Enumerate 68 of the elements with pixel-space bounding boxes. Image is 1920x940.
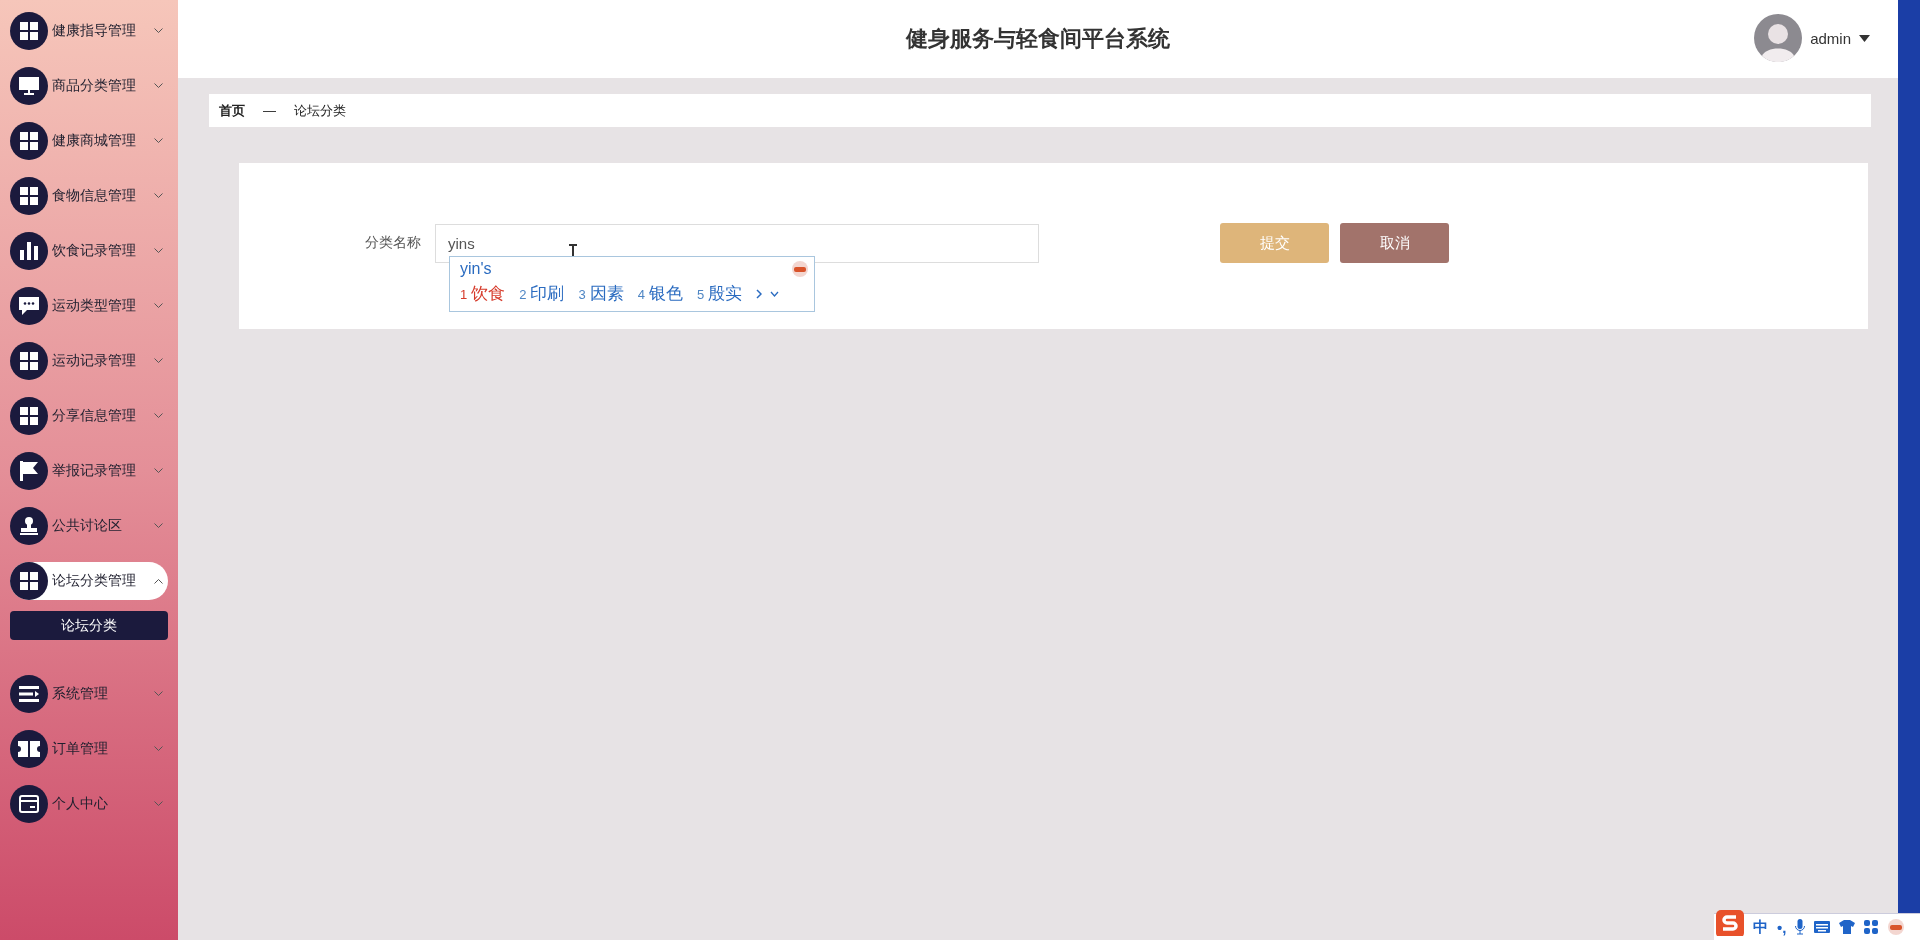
chevron-down-icon <box>154 413 163 419</box>
sidebar-item[interactable]: 食物信息管理 <box>10 177 168 215</box>
chevron-down-icon <box>154 746 163 752</box>
sidebar-item[interactable]: 运动记录管理 <box>10 342 168 380</box>
sidebar-item[interactable]: 举报记录管理 <box>10 452 168 490</box>
grid-icon <box>20 187 38 205</box>
sidebar-item[interactable]: 公共讨论区 <box>10 507 168 545</box>
username[interactable]: admin <box>1810 29 1851 47</box>
breadcrumb-text: — <box>263 103 276 118</box>
chevron-up-icon <box>154 578 163 584</box>
bar-chart-icon <box>20 242 38 260</box>
sidebar-item[interactable]: 健康商城管理 <box>10 122 168 160</box>
punctuation-mode[interactable]: •, <box>1777 918 1787 936</box>
keyboard-icon[interactable] <box>1814 921 1831 933</box>
sidebar-item[interactable]: 系统管理 <box>10 675 168 713</box>
ticket-icon <box>18 741 40 757</box>
grid-icon <box>20 572 38 590</box>
shirt-icon[interactable] <box>1839 920 1856 934</box>
chevron-down-icon <box>154 138 163 144</box>
sidebar-item[interactable]: 饮食记录管理 <box>10 232 168 270</box>
input-mode[interactable]: 中 <box>1753 917 1768 937</box>
ime-candidate[interactable]: 1 饮食 <box>460 282 506 305</box>
chevron-down-icon <box>154 303 163 309</box>
chevron-down-icon <box>154 193 163 199</box>
breadcrumb-text: 论坛分类 <box>294 101 346 120</box>
chat-icon <box>19 297 39 315</box>
apps-icon[interactable] <box>1864 920 1879 934</box>
ime-composition: yin's <box>460 260 492 278</box>
sidebar-item[interactable]: 个人中心 <box>10 785 168 823</box>
stamp-icon <box>20 517 38 535</box>
grid-icon <box>20 22 38 40</box>
ime-candidate[interactable]: 2 印刷 <box>519 282 565 305</box>
sidebar-item[interactable]: 分享信息管理 <box>10 397 168 435</box>
grid-icon <box>20 407 38 425</box>
ime-candidate[interactable]: 3 因素 <box>578 282 624 305</box>
chevron-down-icon <box>154 358 163 364</box>
list-icon <box>19 686 39 702</box>
sidebar-item[interactable]: 健康指导管理 <box>10 12 168 50</box>
chevron-down-icon <box>154 801 163 807</box>
sidebar-item[interactable]: 商品分类管理 <box>10 67 168 105</box>
field-label: 分类名称 <box>365 234 422 252</box>
ime-logo-icon[interactable] <box>1716 910 1744 936</box>
next-page-icon[interactable] <box>756 288 763 299</box>
expand-icon[interactable] <box>770 290 780 297</box>
breadcrumb-link[interactable]: 首页 <box>219 101 245 120</box>
grid-icon <box>20 352 38 370</box>
sidebar-item[interactable]: 订单管理 <box>10 730 168 768</box>
chevron-down-icon <box>154 691 163 697</box>
input-field[interactable]: yins <box>435 223 1039 263</box>
cancel-button[interactable]: 取消 <box>1340 223 1449 263</box>
microphone-icon[interactable] <box>1795 919 1806 935</box>
ime-candidate[interactable]: 4 银色 <box>637 282 683 305</box>
wallet-icon <box>19 795 39 813</box>
caret-icon[interactable] <box>1859 34 1870 42</box>
chevron-down-icon <box>154 523 163 529</box>
chevron-down-icon <box>154 468 163 474</box>
grid-icon <box>20 132 38 150</box>
sidebar-item[interactable]: 运动类型管理 <box>10 287 168 325</box>
chevron-down-icon <box>154 248 163 254</box>
app-title: 健身服务与轻食间平台系统 <box>906 25 1170 53</box>
sidebar-item[interactable]: 论坛分类管理 <box>10 562 168 600</box>
avatar[interactable] <box>1754 14 1803 62</box>
monitor-icon <box>19 77 39 95</box>
submenu-item[interactable]: 论坛分类 <box>10 611 168 640</box>
chevron-down-icon <box>154 83 163 89</box>
chevron-down-icon <box>154 28 163 34</box>
flag-icon <box>20 461 38 481</box>
ime-candidate[interactable]: 5 殷实 <box>696 282 743 305</box>
